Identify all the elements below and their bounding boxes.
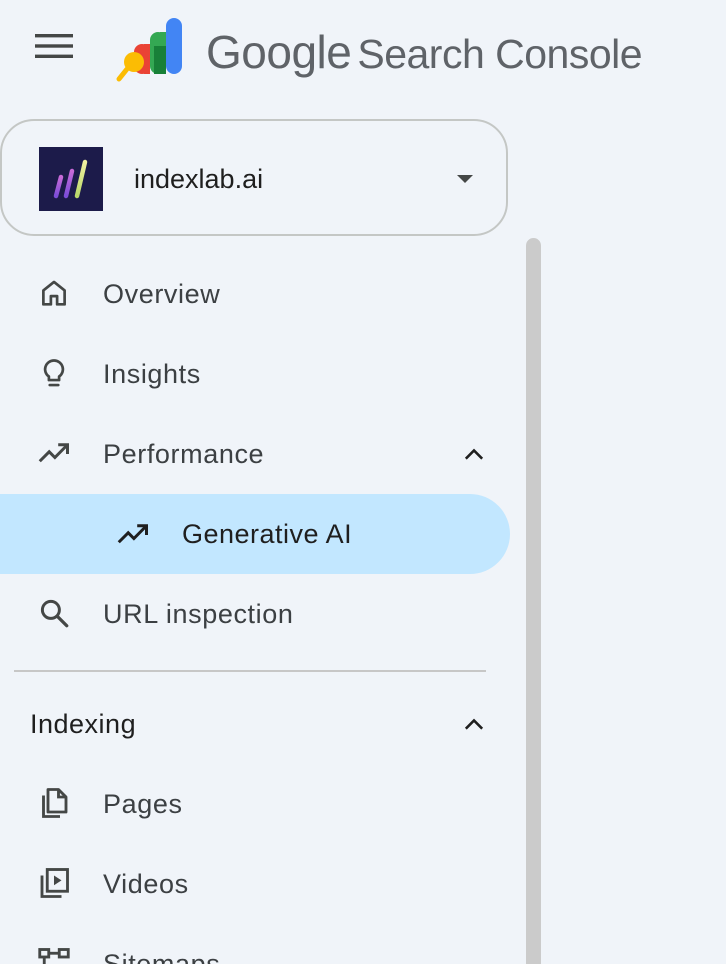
sitemap-icon [38,948,70,964]
sidebar-item-label: Pages [103,789,183,819]
main-menu-button[interactable] [26,20,82,72]
section-title: Indexing [30,709,137,739]
arrow-drop-down-icon [457,175,473,183]
app-title-product: Search Console [357,31,643,77]
lightbulb-icon [43,359,65,387]
property-logo [39,147,103,211]
app-title[interactable]: Google Search Console [206,20,643,84]
sidebar-item-label: Insights [103,359,201,389]
sidebar-section-indexing[interactable]: Indexing [0,684,510,764]
chevron-up-icon[interactable] [460,710,488,738]
sidebar-item-label: Videos [103,869,189,899]
search-console-sidebar: Google Search Console indexlab.ai Overvi… [0,0,726,964]
sidebar-item-sitemaps[interactable]: Sitemaps [0,924,510,964]
pages-icon [42,788,68,818]
sidebar-item-pages[interactable]: Pages [0,764,510,844]
sidebar-item-label: Sitemaps [103,949,221,964]
property-selector[interactable]: indexlab.ai [0,119,508,236]
video-library-icon [40,868,69,898]
sidebar-item-performance[interactable]: Performance [0,414,510,494]
sidebar-item-label: Generative AI [182,519,353,549]
sidebar-item-insights[interactable]: Insights [0,334,510,414]
trending-up-icon [38,443,69,463]
sidebar-divider [14,670,486,672]
app-title-brand: Google [206,26,352,78]
sidebar-item-label: Overview [103,279,221,309]
sidebar-item-label: Performance [103,439,265,469]
search-console-logo-icon [116,18,182,82]
trending-up-icon [117,524,148,544]
home-icon [42,280,66,306]
property-name: indexlab.ai [134,164,264,194]
search-icon [40,599,69,628]
indexlab-logo-icon [53,159,88,199]
sidebar-item-overview[interactable]: Overview [0,254,510,334]
sidebar-item-url-inspection[interactable]: URL inspection [0,574,510,654]
chevron-up-icon[interactable] [460,440,488,468]
sidebar-item-generative-ai[interactable]: Generative AI [0,494,510,574]
sidebar-item-label: URL inspection [103,599,294,629]
hamburger-menu-icon [35,34,73,58]
sidebar-scrollbar[interactable] [526,238,541,964]
sidebar-item-videos[interactable]: Videos [0,844,510,924]
